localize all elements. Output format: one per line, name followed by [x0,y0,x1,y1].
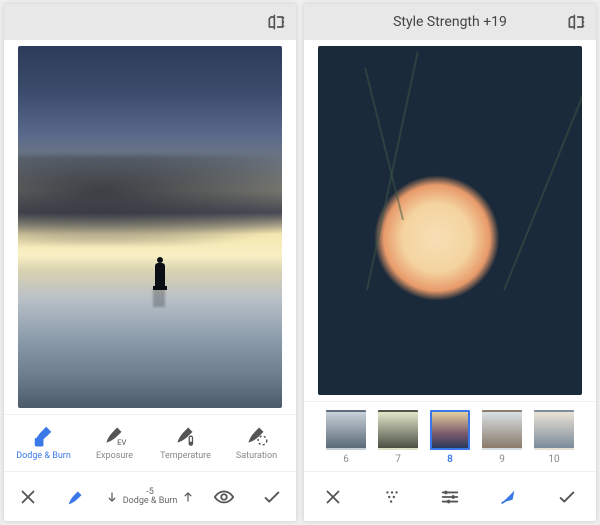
filter-number: 10 [548,454,559,465]
brush-tool-strip: Dodge & Burn EV Exposure Temperature Sat… [4,414,296,471]
style-filter-strip: 6 7 8 9 10 [304,401,596,471]
filter-swatch [326,410,366,450]
adjust-sliders-button[interactable] [430,477,470,517]
cancel-button[interactable] [313,477,353,517]
image-canvas[interactable] [18,46,282,408]
header-bar [4,4,296,40]
apply-button[interactable] [252,477,292,517]
mask-visibility-button[interactable] [204,477,244,517]
style-filter-7[interactable]: 7 [374,410,422,465]
style-strength-button[interactable] [488,477,528,517]
bottom-action-bar [304,471,596,521]
image-canvas[interactable] [318,46,582,395]
brush-value-label: Dodge & Burn [123,497,178,506]
bottom-action-bar: -5 Dodge & Burn [4,471,296,521]
eraser-brush-button[interactable] [56,477,96,517]
header-bar: Style Strength +19 [304,4,596,40]
compare-icon[interactable] [266,12,286,32]
shuffle-button[interactable] [372,477,412,517]
tool-label: Temperature [160,451,211,461]
style-filter-9[interactable]: 9 [478,410,526,465]
brush-icon [244,421,270,447]
brush-icon: EV [102,421,128,447]
cancel-button[interactable] [8,477,48,517]
tool-label: Saturation [236,451,277,461]
editor-screen-style: Style Strength +19 6 7 8 9 10 [304,4,596,521]
filter-swatch [430,410,470,450]
brush-icon [173,421,199,447]
header-title: Style Strength +19 [393,14,507,30]
filter-swatch [534,410,574,450]
apply-button[interactable] [547,477,587,517]
svg-text:EV: EV [117,438,126,447]
tool-label: Dodge & Burn [16,451,71,461]
compare-icon[interactable] [566,12,586,32]
filter-number: 6 [343,454,349,465]
filter-swatch [378,410,418,450]
filter-number: 9 [499,454,505,465]
tool-exposure[interactable]: EV Exposure [79,421,150,461]
tool-saturation[interactable]: Saturation [221,421,292,461]
style-filter-10[interactable]: 10 [530,410,578,465]
tool-label: Exposure [96,451,133,461]
brush-value-stepper[interactable]: -5 Dodge & Burn [105,477,196,517]
filter-number: 8 [447,454,453,465]
style-filter-8[interactable]: 8 [426,410,474,465]
tool-dodge-burn[interactable]: Dodge & Burn [8,421,79,461]
filter-swatch [482,410,522,450]
editor-screen-brush: Dodge & Burn EV Exposure Temperature Sat… [4,4,296,521]
tool-temperature[interactable]: Temperature [150,421,221,461]
filter-number: 7 [395,454,401,465]
style-filter-6[interactable]: 6 [322,410,370,465]
brush-icon [31,421,57,447]
